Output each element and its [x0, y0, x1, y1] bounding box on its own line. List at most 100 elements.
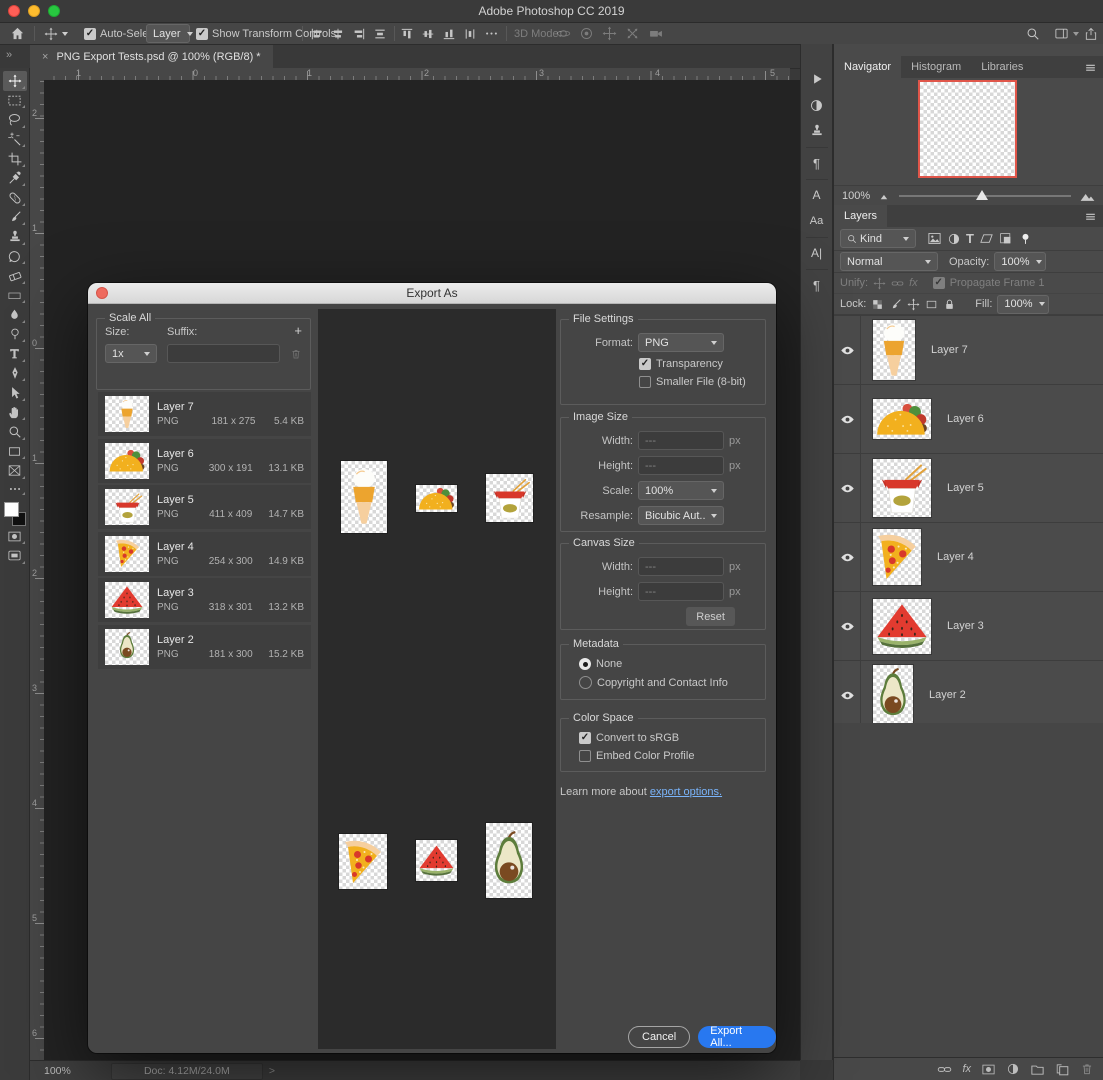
metadata-copyright-radio[interactable]	[579, 676, 592, 689]
share-image-button[interactable]	[1084, 23, 1098, 44]
export-preview-area[interactable]	[318, 309, 556, 1049]
layer-name[interactable]: Layer 4	[937, 551, 974, 563]
hand-tool[interactable]	[3, 403, 27, 423]
preview-taco[interactable]	[416, 485, 457, 512]
align-right-edges-button[interactable]	[352, 27, 366, 41]
search-button[interactable]	[1026, 23, 1040, 44]
layer-row[interactable]: Layer 4	[834, 523, 1103, 592]
zoom-out-mountain-icon[interactable]	[878, 190, 891, 203]
gradient-tool[interactable]	[3, 286, 27, 306]
layer-name[interactable]: Layer 5	[947, 482, 984, 494]
filter-toggle-pin-icon[interactable]	[1019, 232, 1032, 245]
actions-panel-icon[interactable]	[804, 68, 830, 90]
paragraph-styles-panel-icon[interactable]: ¶	[804, 152, 830, 174]
export-layer-row[interactable]: Layer 5 PNG 411 x 409 14.7 KB	[98, 485, 311, 529]
glyphs-panel-icon[interactable]: Aa	[804, 210, 830, 232]
panel-menu-icon[interactable]	[1084, 205, 1103, 227]
lock-position-icon[interactable]	[907, 298, 920, 311]
auto-select-target-select[interactable]: Layer	[146, 24, 193, 43]
layer-name[interactable]: Layer 7	[931, 344, 968, 356]
tab-layers[interactable]: Layers	[834, 205, 888, 227]
more-align-options-button[interactable]	[484, 23, 499, 44]
character-styles-panel-icon[interactable]: A	[804, 184, 830, 206]
home-button[interactable]	[10, 23, 25, 44]
crop-tool[interactable]	[3, 149, 27, 169]
history-brush-tool[interactable]	[3, 247, 27, 267]
healing-brush-tool[interactable]	[3, 188, 27, 208]
preview-noodle-box[interactable]	[486, 474, 533, 522]
screen-mode-button[interactable]	[3, 546, 27, 566]
align-left-edges-button[interactable]	[310, 27, 324, 41]
align-horizontal-centers-button[interactable]	[331, 27, 345, 41]
link-layers-icon[interactable]	[937, 1062, 952, 1077]
layer-name[interactable]: Layer 2	[929, 689, 966, 701]
distribute-horizontal-button[interactable]	[373, 27, 387, 41]
export-layer-row[interactable]: Layer 6 PNG 300 x 191 13.1 KB	[98, 438, 311, 483]
filter-shape-layers-icon[interactable]	[979, 231, 994, 246]
layer-row[interactable]: Layer 6	[834, 385, 1103, 454]
navigator-zoom-field[interactable]: 100%	[842, 190, 878, 202]
filter-type-layers-icon[interactable]: T	[966, 231, 974, 246]
align-vertical-centers-button[interactable]	[421, 27, 435, 41]
lock-artboard-icon[interactable]	[925, 298, 938, 311]
preview-pizza[interactable]	[339, 834, 387, 889]
metadata-none-radio[interactable]	[579, 658, 591, 670]
zoom-in-mountain-icon[interactable]	[1079, 189, 1096, 204]
layer-thumbnail[interactable]	[873, 459, 931, 517]
blend-mode-select[interactable]: Normal	[840, 252, 938, 271]
layer-row[interactable]: Layer 3	[834, 592, 1103, 661]
path-selection-tool[interactable]	[3, 383, 27, 403]
layer-visibility-eye-icon[interactable]	[834, 523, 861, 591]
status-options-chevron-icon[interactable]: >	[269, 1065, 275, 1077]
layer-visibility-eye-icon[interactable]	[834, 661, 861, 729]
type-tool[interactable]	[3, 344, 27, 364]
zoom-tool[interactable]	[3, 422, 27, 442]
layer-thumbnail[interactable]	[873, 665, 913, 725]
tab-histogram[interactable]: Histogram	[901, 56, 971, 78]
add-scale-button[interactable]: +	[294, 324, 302, 338]
clone-source-panel-icon[interactable]	[804, 120, 830, 142]
filter-adjustment-layers-icon[interactable]	[947, 232, 961, 246]
foreground-color-swatch[interactable]	[3, 501, 19, 517]
new-layer-icon[interactable]	[1055, 1062, 1070, 1077]
tab-close-icon[interactable]: ×	[42, 51, 48, 63]
frame-tool[interactable]	[3, 461, 27, 481]
clone-stamp-tool[interactable]	[3, 227, 27, 247]
format-select[interactable]: PNG	[638, 333, 724, 352]
export-layer-row[interactable]: Layer 2 PNG 181 x 300 15.2 KB	[98, 624, 311, 669]
brush-tool[interactable]	[3, 208, 27, 228]
color-swatches[interactable]	[3, 501, 27, 527]
tab-libraries[interactable]: Libraries	[971, 56, 1033, 78]
dodge-tool[interactable]	[3, 325, 27, 345]
layer-thumbnail[interactable]	[873, 320, 915, 380]
blur-tool[interactable]	[3, 305, 27, 325]
lock-image-pixels-icon[interactable]	[889, 298, 902, 311]
resample-select[interactable]: Bicubic Aut...	[638, 506, 724, 525]
edit-toolbar-button[interactable]	[3, 481, 27, 497]
add-layer-mask-icon[interactable]	[981, 1062, 996, 1077]
align-bottom-edges-button[interactable]	[442, 27, 456, 41]
layer-row[interactable]: Layer 7	[834, 315, 1103, 385]
move-tool[interactable]	[2, 71, 27, 91]
character-panel-icon[interactable]: A|	[804, 242, 830, 264]
filter-smart-objects-icon[interactable]	[999, 232, 1012, 245]
adjustments-panel-icon[interactable]	[804, 94, 830, 116]
navigator-thumbnail[interactable]	[918, 80, 1017, 178]
cancel-button[interactable]: Cancel	[628, 1026, 691, 1048]
smaller-file-checkbox[interactable]	[639, 376, 651, 388]
workspace-switcher-button[interactable]	[1054, 23, 1079, 44]
embed-profile-checkbox[interactable]	[579, 750, 591, 762]
layer-visibility-eye-icon[interactable]	[834, 454, 861, 522]
opacity-select[interactable]: 100%	[994, 252, 1047, 271]
eraser-tool[interactable]	[3, 266, 27, 286]
lock-transparent-pixels-icon[interactable]	[871, 298, 884, 311]
zoom-level-field[interactable]: 100%	[44, 1065, 71, 1077]
panel-menu-icon[interactable]	[1084, 56, 1103, 78]
layer-visibility-eye-icon[interactable]	[834, 592, 861, 660]
layer-thumbnail[interactable]	[873, 598, 931, 654]
preview-avocado[interactable]	[486, 823, 532, 898]
slider-thumb[interactable]	[976, 190, 989, 200]
delete-layer-icon[interactable]	[1080, 1062, 1094, 1076]
navigator-zoom-slider[interactable]	[899, 190, 1071, 200]
preview-watermelon[interactable]	[416, 840, 457, 881]
